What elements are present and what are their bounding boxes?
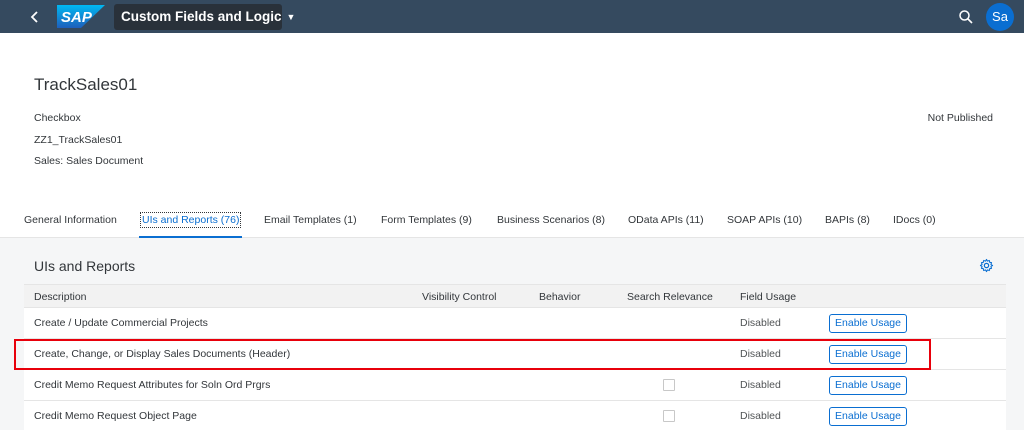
field-identifier: ZZ1_TrackSales01 <box>34 134 123 146</box>
tab-email-templates[interactable]: Email Templates (1) <box>264 214 357 226</box>
section-title: UIs and Reports <box>34 258 136 274</box>
enable-usage-button[interactable]: Enable Usage <box>829 345 907 364</box>
enable-usage-button[interactable]: Enable Usage <box>829 407 907 426</box>
table-header: Description Visibility Control Behavior … <box>24 284 1006 308</box>
row-field-usage: Disabled <box>740 379 781 391</box>
tab-form-templates[interactable]: Form Templates (9) <box>381 214 472 226</box>
column-behavior: Behavior <box>539 291 581 303</box>
column-description: Description <box>34 291 87 303</box>
table-row: Credit Memo Request Object Page Disabled… <box>24 401 1006 430</box>
gear-icon[interactable] <box>979 258 994 273</box>
search-relevance-checkbox[interactable] <box>663 410 675 422</box>
sap-logo: SAP <box>57 5 105 28</box>
table-row: Create / Update Commercial Projects Disa… <box>24 308 1006 339</box>
field-type: Checkbox <box>34 112 81 124</box>
row-field-usage: Disabled <box>740 410 781 422</box>
logo-text: SAP <box>61 9 93 26</box>
enable-usage-button[interactable]: Enable Usage <box>829 376 907 395</box>
column-search-relevance: Search Relevance <box>627 291 713 303</box>
row-description: Create, Change, or Display Sales Documen… <box>34 348 291 360</box>
tab-bapis[interactable]: BAPIs (8) <box>825 214 870 226</box>
table-row: Create, Change, or Display Sales Documen… <box>24 339 1006 370</box>
business-context: Sales: Sales Document <box>34 155 144 167</box>
column-visibility-control: Visibility Control <box>422 291 497 303</box>
row-field-usage: Disabled <box>740 317 781 329</box>
search-icon[interactable] <box>957 8 975 26</box>
page-title: TrackSales01 <box>34 75 138 94</box>
tab-uis-and-reports[interactable]: UIs and Reports (76) <box>139 212 242 228</box>
back-icon <box>30 11 38 23</box>
column-field-usage: Field Usage <box>740 291 797 303</box>
tab-idocs[interactable]: IDocs (0) <box>893 214 936 226</box>
tab-business-scenarios[interactable]: Business Scenarios (8) <box>497 214 605 226</box>
shell-bar: SAP Custom Fields and Logic ▼ Sa <box>0 0 1024 33</box>
row-description: Create / Update Commercial Projects <box>34 317 208 329</box>
tab-soap-apis[interactable]: SOAP APIs (10) <box>727 214 802 226</box>
row-field-usage: Disabled <box>740 348 781 360</box>
tab-bar: General Information UIs and Reports (76)… <box>0 204 1024 239</box>
caret-down-icon: ▼ <box>286 12 296 22</box>
tab-odata-apis[interactable]: OData APIs (11) <box>628 214 704 226</box>
tab-general-information[interactable]: General Information <box>24 214 117 226</box>
app-title: Custom Fields and Logic <box>121 9 282 24</box>
back-button[interactable] <box>24 6 46 28</box>
enable-usage-button[interactable]: Enable Usage <box>829 314 907 333</box>
app-title-menu[interactable]: Custom Fields and Logic ▼ <box>114 4 295 30</box>
row-description: Credit Memo Request Object Page <box>34 410 197 422</box>
user-avatar[interactable]: Sa <box>986 3 1014 31</box>
search-relevance-checkbox[interactable] <box>663 379 675 391</box>
publish-status: Not Published <box>927 112 993 124</box>
row-description: Credit Memo Request Attributes for Soln … <box>34 379 271 391</box>
table-row: Credit Memo Request Attributes for Soln … <box>24 370 1006 401</box>
